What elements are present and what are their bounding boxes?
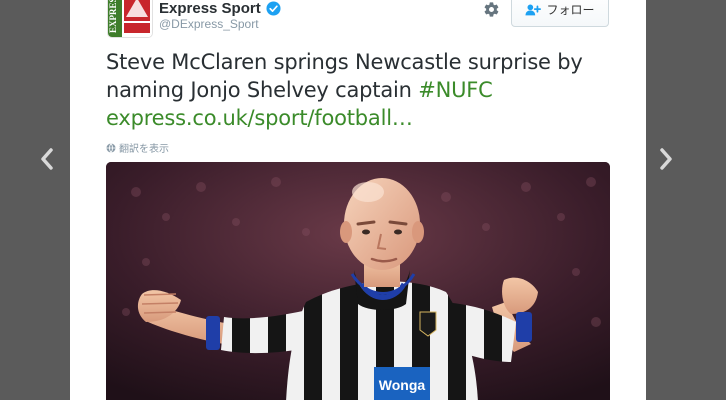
chevron-right-icon bbox=[660, 148, 672, 170]
next-tweet-button[interactable] bbox=[651, 142, 681, 176]
svg-text:EXPRESS: EXPRESS bbox=[108, 0, 118, 33]
translate-link[interactable]: 翻訳を表示 bbox=[106, 140, 169, 155]
author-handle[interactable]: @DExpress_Sport bbox=[159, 17, 259, 31]
svg-text:Wonga: Wonga bbox=[379, 377, 426, 393]
chevron-left-icon bbox=[41, 148, 53, 170]
follow-button-label: フォロー bbox=[546, 3, 595, 17]
tweet-card: EXPRESS Express Sport @DExpress_Sport フォ… bbox=[70, 0, 646, 400]
author-avatar[interactable]: EXPRESS bbox=[107, 0, 153, 38]
gear-icon bbox=[484, 1, 498, 17]
follow-button[interactable]: フォロー bbox=[511, 0, 609, 27]
author-name[interactable]: Express Sport bbox=[159, 0, 281, 17]
tweet-body: Steve McClaren springs Newcastle surpris… bbox=[106, 50, 583, 102]
footballer-photo: Wonga bbox=[106, 162, 610, 400]
globe-icon bbox=[106, 142, 116, 153]
verified-badge-icon bbox=[266, 1, 281, 16]
tweet-text: Steve McClaren springs Newcastle surpris… bbox=[106, 48, 616, 132]
tweet-photo[interactable]: Wonga bbox=[106, 162, 610, 400]
translate-label: 翻訳を表示 bbox=[119, 144, 169, 155]
hashtag-link[interactable]: #NUFC bbox=[418, 78, 493, 102]
previous-tweet-button[interactable] bbox=[32, 142, 62, 176]
author-name-text: Express Sport bbox=[159, 0, 261, 17]
more-options-button[interactable] bbox=[480, 0, 502, 18]
article-link[interactable]: express.co.uk/sport/football… bbox=[106, 106, 413, 130]
follow-person-icon bbox=[525, 3, 542, 17]
express-logo-icon: EXPRESS bbox=[108, 0, 152, 37]
